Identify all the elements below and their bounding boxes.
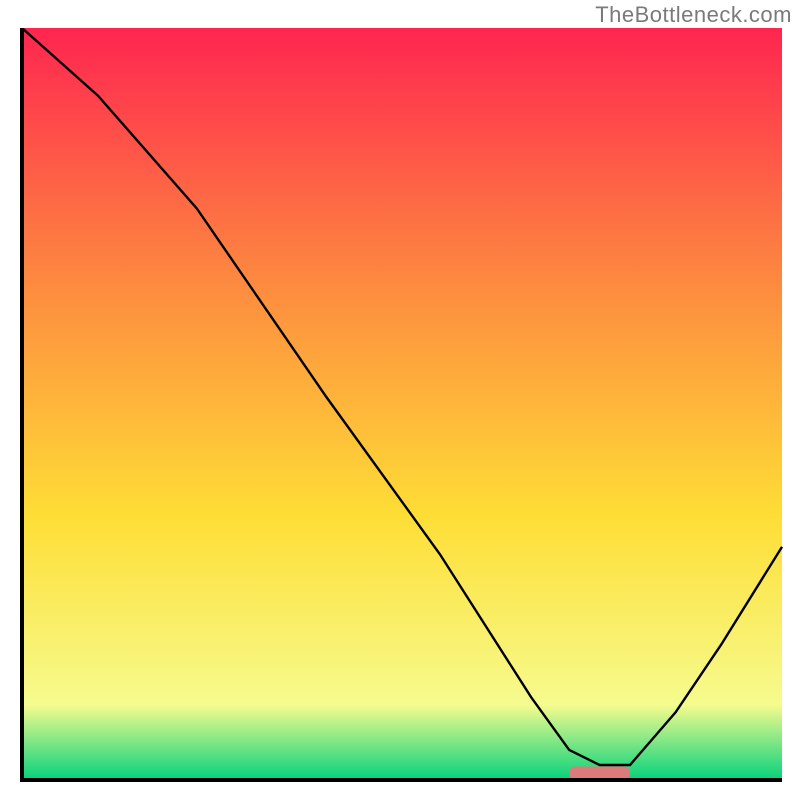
watermark-text: TheBottleneck.com xyxy=(595,2,792,28)
chart-svg xyxy=(18,28,786,788)
chart-area xyxy=(18,28,786,788)
minimum-marker xyxy=(569,767,630,780)
